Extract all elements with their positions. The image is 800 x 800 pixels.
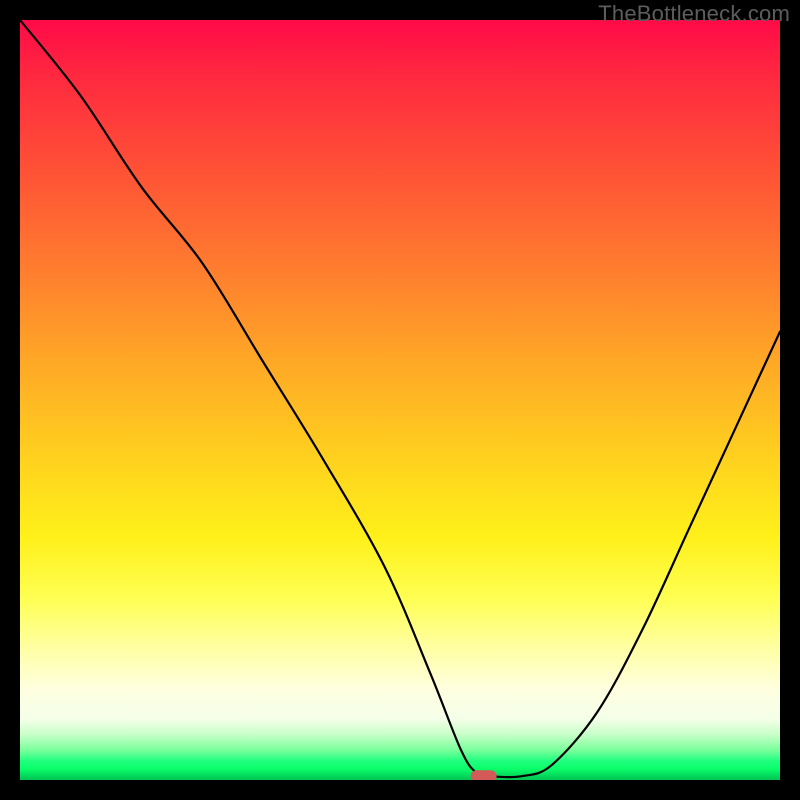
chart-frame: TheBottleneck.com	[0, 0, 800, 800]
optimal-marker	[471, 770, 497, 780]
plot-area	[20, 20, 780, 780]
bottleneck-curve	[20, 20, 780, 777]
curve-svg	[20, 20, 780, 780]
watermark-text: TheBottleneck.com	[598, 1, 790, 27]
